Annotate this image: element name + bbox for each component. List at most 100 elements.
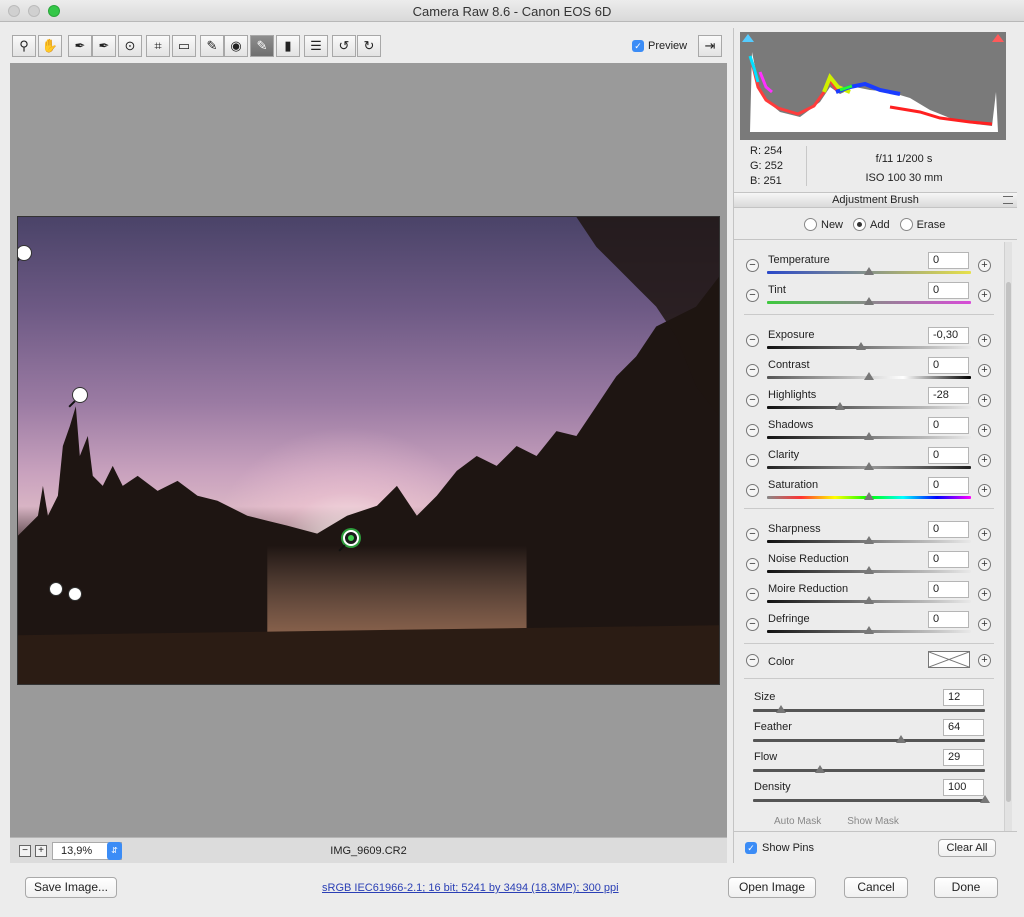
size-slider-track[interactable] [753,709,985,712]
highlights-slider-track[interactable] [767,406,971,409]
color-minus-button[interactable]: − [746,654,759,667]
temperature-plus-button[interactable]: + [978,259,991,272]
sharpness-slider-handle[interactable] [864,536,874,544]
spot-removal-tool-icon[interactable]: ✎ [200,35,224,57]
save-image-button[interactable]: Save Image... [25,877,117,898]
defringe-minus-button[interactable]: − [746,618,759,631]
feather-value-field[interactable]: 64 [943,719,984,736]
shadows-value-field[interactable]: 0 [928,417,969,434]
saturation-plus-button[interactable]: + [978,484,991,497]
feather-slider-track[interactable] [753,739,985,742]
moire-reduction-minus-button[interactable]: − [746,588,759,601]
scroll-thumb[interactable] [1006,282,1011,802]
shadows-minus-button[interactable]: − [746,424,759,437]
clarity-minus-button[interactable]: − [746,454,759,467]
exposure-value-field[interactable]: -0,30 [928,327,969,344]
temperature-slider-handle[interactable] [864,267,874,275]
saturation-minus-button[interactable]: − [746,484,759,497]
clarity-slider-handle[interactable] [864,462,874,470]
noise-reduction-slider-handle[interactable] [864,566,874,574]
exposure-plus-button[interactable]: + [978,334,991,347]
density-slider-track[interactable] [753,799,985,802]
highlights-slider-handle[interactable] [835,402,846,410]
rotate-right-icon[interactable]: ↻ [357,35,381,57]
sharpness-value-field[interactable]: 0 [928,521,969,538]
photo-preview[interactable] [17,216,720,685]
color-plus-button[interactable]: + [978,654,991,667]
preferences-list-icon[interactable]: ☰ [304,35,328,57]
size-slider-handle[interactable] [775,705,786,713]
moire-reduction-value-field[interactable]: 0 [928,581,969,598]
contrast-plus-button[interactable]: + [978,364,991,377]
clarity-plus-button[interactable]: + [978,454,991,467]
highlight-clipping-icon[interactable] [992,34,1004,42]
temperature-minus-button[interactable]: − [746,259,759,272]
saturation-value-field[interactable]: 0 [928,477,969,494]
flow-value-field[interactable]: 29 [943,749,984,766]
shadows-slider-handle[interactable] [864,432,874,440]
shadows-plus-button[interactable]: + [978,424,991,437]
tint-value-field[interactable]: 0 [928,282,969,299]
shadow-clipping-icon[interactable] [742,34,754,42]
density-value-field[interactable]: 100 [943,779,984,796]
exposure-minus-button[interactable]: − [746,334,759,347]
exposure-slider-track[interactable] [767,346,971,349]
white-balance-tool-icon[interactable]: ✒ [68,35,92,57]
image-canvas[interactable] [10,63,727,837]
panel-scrollbar[interactable] [1004,242,1012,832]
moire-reduction-plus-button[interactable]: + [978,588,991,601]
mode-add-radio[interactable]: Add [853,218,890,231]
tint-slider-handle[interactable] [864,297,874,305]
panel-menu-icon[interactable] [1003,196,1013,204]
flow-slider-track[interactable] [753,769,985,772]
highlights-plus-button[interactable]: + [978,394,991,407]
color-swatch[interactable] [928,651,970,668]
defringe-slider-handle[interactable] [864,626,874,634]
auto-mask-checkbox[interactable]: Auto Mask [774,816,821,824]
tint-plus-button[interactable]: + [978,289,991,302]
clarity-value-field[interactable]: 0 [928,447,969,464]
noise-reduction-minus-button[interactable]: − [746,558,759,571]
crop-tool-icon[interactable]: ⌗ [146,35,170,57]
noise-reduction-plus-button[interactable]: + [978,558,991,571]
contrast-value-field[interactable]: 0 [928,357,969,374]
color-sampler-tool-icon[interactable]: ✒ [92,35,116,57]
mode-new-radio[interactable]: New [804,218,843,231]
feather-slider-handle[interactable] [896,735,907,743]
targeted-adjustment-tool-icon[interactable]: ⊙ [118,35,142,57]
open-image-button[interactable]: Open Image [728,877,816,898]
rotate-left-icon[interactable]: ↺ [332,35,356,57]
mode-erase-radio[interactable]: Erase [899,218,945,231]
preview-toggle[interactable]: ✓ Preview [632,40,687,52]
contrast-minus-button[interactable]: − [746,364,759,377]
temperature-value-field[interactable]: 0 [928,252,969,269]
adjustment-brush-tool-icon[interactable]: ✎ [250,35,274,57]
show-pins-checkbox[interactable]: ✓ [745,842,757,854]
brush-pin-selected[interactable] [343,530,359,546]
sharpness-minus-button[interactable]: − [746,528,759,541]
clear-all-button[interactable]: Clear All [938,839,996,857]
tint-minus-button[interactable]: − [746,289,759,302]
red-eye-tool-icon[interactable]: ◉ [224,35,248,57]
contrast-slider-handle[interactable] [864,372,874,380]
sharpness-plus-button[interactable]: + [978,528,991,541]
preview-checkbox[interactable]: ✓ [632,40,644,52]
flow-slider-handle[interactable] [815,765,826,773]
done-button[interactable]: Done [934,877,998,898]
highlights-minus-button[interactable]: − [746,394,759,407]
brush-pin[interactable] [68,587,82,601]
show-mask-checkbox[interactable]: Show Mask [847,816,899,824]
exposure-slider-handle[interactable] [855,342,866,350]
zoom-tool-icon[interactable]: ⚲ [12,35,36,57]
noise-reduction-value-field[interactable]: 0 [928,551,969,568]
defringe-plus-button[interactable]: + [978,618,991,631]
saturation-slider-handle[interactable] [864,492,874,500]
workflow-options-link[interactable]: sRGB IEC61966-2.1; 16 bit; 5241 by 3494 … [322,882,619,894]
graduated-filter-tool-icon[interactable]: ▮ [276,35,300,57]
moire-reduction-slider-handle[interactable] [864,596,874,604]
show-pins-toggle[interactable]: ✓ Show Pins [745,842,814,854]
highlights-value-field[interactable]: -28 [928,387,969,404]
defringe-value-field[interactable]: 0 [928,611,969,628]
hand-tool-icon[interactable]: ✋ [38,35,62,57]
fullscreen-toggle-icon[interactable]: ⇥ [698,35,722,57]
